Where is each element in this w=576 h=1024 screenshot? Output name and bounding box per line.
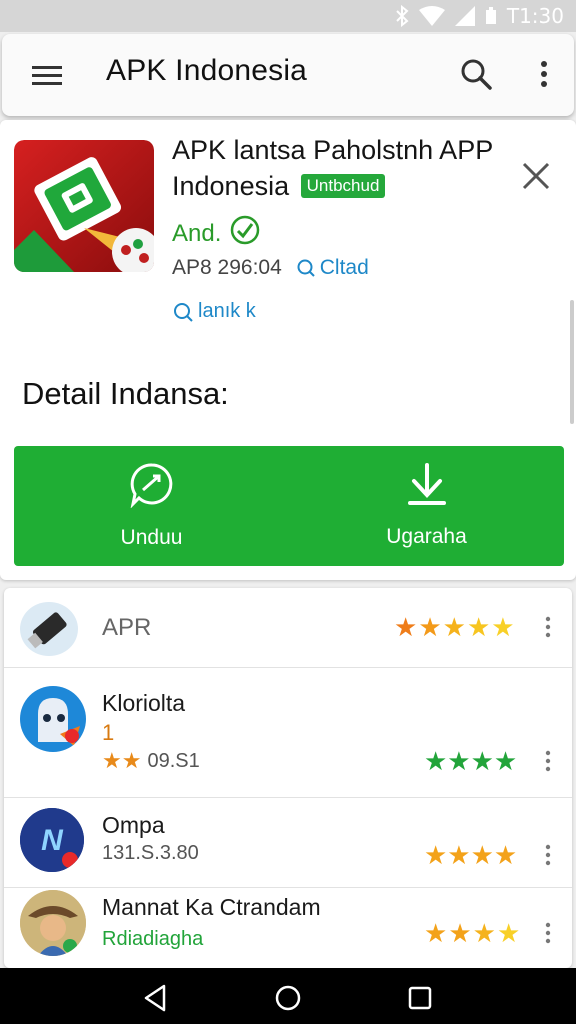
app-name-line2: Indonesia (172, 171, 290, 201)
signal-icon (454, 6, 475, 26)
list-item[interactable]: Mannat Ka Ctrandam Rdiadiagha ★ ★ ★ ★ (4, 888, 572, 968)
app-bar-title: APK Indonesia (106, 54, 308, 87)
list-item-line2: 1 (102, 720, 115, 745)
info-link[interactable]: lanık k (172, 300, 256, 323)
more-vert-icon[interactable] (540, 920, 556, 946)
verified-icon (229, 214, 261, 253)
meta-link-label: Cltad (319, 256, 369, 279)
search-small-icon (297, 259, 315, 277)
rating-stars: ★★★★ (424, 746, 518, 776)
more-vert-icon[interactable] (540, 748, 556, 774)
ugaraha-button[interactable]: Ugaraha (289, 446, 564, 566)
list-item-name: Ompa (102, 812, 165, 838)
cowboy-avatar-icon (20, 890, 86, 956)
back-icon[interactable] (140, 982, 172, 1014)
list-item-name: Kloriolta (102, 690, 186, 716)
list-item[interactable]: APR ★ ★ ★ ★ ★ (4, 588, 572, 668)
info-link-label: lanık k (198, 300, 256, 322)
action-panel: Unduu Ugaraha (14, 446, 564, 566)
usb-drive-icon (20, 602, 78, 656)
svg-text:N: N (41, 824, 64, 857)
section-heading: Detail Indansa: (22, 376, 229, 411)
n-logo-icon: N (20, 808, 84, 872)
scrollbar[interactable] (570, 300, 574, 424)
unduh-button[interactable]: Unduu (14, 446, 289, 566)
download-icon (406, 463, 448, 513)
app-icon (14, 140, 154, 272)
list-item[interactable]: Kloriolta 1 ★★ 09.S1 ★★★★ (4, 668, 572, 798)
wifi-icon (418, 6, 445, 26)
share-bubble-icon (129, 462, 175, 514)
more-vert-icon[interactable] (540, 614, 556, 640)
home-icon[interactable] (272, 982, 304, 1014)
search-icon[interactable] (458, 56, 494, 92)
list-item-subtitle: 131.S.3.80 (102, 842, 199, 864)
unduh-button-label: Unduu (120, 526, 183, 549)
list-item-name: APR (102, 614, 152, 641)
list-item-subtitle-text: 09.S1 (147, 749, 200, 772)
developer-row: And. (172, 214, 261, 253)
app-detail-card: APK lantsa Paholstnh APP Indonesia Untbc… (0, 120, 576, 580)
app-list: APR ★ ★ ★ ★ ★ Kloriolta 1 ★★ 09.S1 ★★★★ N Om… (4, 588, 572, 968)
meta-info: AP8 296:04 (172, 256, 282, 279)
meta-link[interactable]: Cltad (296, 256, 369, 280)
status-badge: Untbchud (300, 174, 386, 198)
list-item-subtitle: Rdiadiagha (102, 928, 204, 950)
app-bar: APK Indonesia (2, 34, 574, 116)
menu-icon[interactable] (30, 60, 64, 90)
ugaraha-button-label: Ugaraha (386, 525, 467, 548)
meta-row: AP8 296:04 Cltad (172, 256, 369, 280)
app-name: APK lantsa Paholstnh APP Indonesia Untbc… (172, 132, 512, 204)
battery-icon (485, 7, 497, 25)
list-item-subtitle: ★★ 09.S1 (102, 748, 200, 774)
navigation-bar (0, 968, 576, 1024)
search-small-icon (174, 302, 193, 322)
list-item[interactable]: N Ompa 131.S.3.80 ★★★★ (4, 798, 572, 888)
rating-stars: ★★★★ (424, 840, 518, 870)
rating-stars: ★★★★ (424, 918, 521, 948)
small-stars: ★★ (102, 748, 142, 773)
recents-icon[interactable] (404, 982, 436, 1014)
bluetooth-icon (395, 5, 409, 27)
list-item-name: Mannat Ka Ctrandam (102, 894, 321, 920)
more-vert-icon[interactable] (540, 842, 556, 868)
close-icon[interactable] (520, 160, 552, 192)
status-bar: T1:30 (0, 0, 576, 32)
app-name-line1: APK lantsa Paholstnh APP (172, 135, 494, 165)
more-vert-icon[interactable] (532, 56, 556, 92)
rating-stars: ★ ★ ★ ★ ★ (394, 612, 515, 642)
ghost-avatar-icon (20, 686, 86, 752)
developer-name: And. (172, 219, 222, 247)
clock: T1:30 (506, 4, 564, 28)
